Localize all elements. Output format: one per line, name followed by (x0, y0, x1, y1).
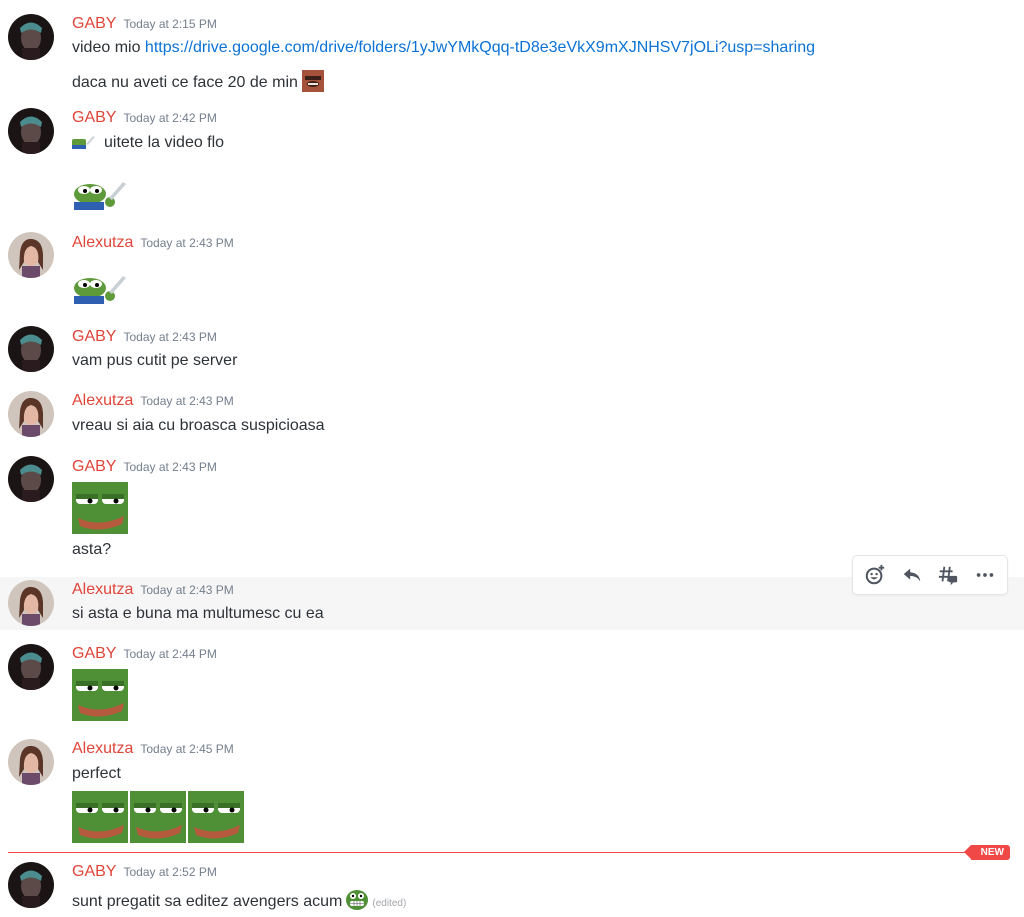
message-text: video mio (72, 39, 145, 56)
pepe-knife-emoji-icon[interactable] (72, 266, 128, 316)
avatar-gaby[interactable] (8, 644, 54, 690)
edited-label: (edited) (372, 898, 407, 909)
author-name[interactable]: Alexutza (72, 234, 133, 251)
author-name[interactable]: GABY (72, 328, 116, 345)
avatar-gaby[interactable] (8, 862, 54, 908)
timestamp: Today at 2:43 PM (140, 394, 234, 408)
pepe-knife-emoji-icon[interactable] (72, 135, 96, 149)
message-text: perfect (72, 765, 121, 782)
new-messages-divider (8, 852, 1010, 853)
suspicious-frog-emoji-icon[interactable] (72, 791, 128, 843)
avatar-gaby[interactable] (8, 14, 54, 60)
avatar-alexutza[interactable] (8, 391, 54, 437)
frog-grin-emoji-icon[interactable] (346, 889, 369, 911)
avatar-gaby[interactable] (8, 456, 54, 502)
suspicious-frog-emoji-icon[interactable] (72, 482, 128, 534)
author-name[interactable]: Alexutza (72, 581, 133, 598)
avatar-gaby[interactable] (8, 108, 54, 154)
create-thread-icon[interactable] (933, 560, 963, 590)
timestamp: Today at 2:43 PM (140, 236, 234, 250)
more-icon[interactable] (970, 560, 1000, 590)
message-text: uitete la video flo (104, 134, 225, 151)
message-actions-toolbar (852, 555, 1008, 595)
message-text: vam pus cutit pe server (72, 352, 238, 369)
message-link[interactable]: https://drive.google.com/drive/folders/1… (145, 39, 815, 56)
avatar-alexutza[interactable] (8, 739, 54, 785)
message-text: daca nu aveti ce face 20 de min (72, 74, 298, 91)
message-content: uitete la video flo (72, 134, 224, 152)
timestamp: Today at 2:43 PM (140, 583, 234, 597)
message-text: sunt pregatit sa editez avengers acum (72, 893, 343, 910)
add-reaction-icon[interactable] (860, 560, 890, 590)
author-name[interactable]: GABY (72, 863, 116, 880)
message-content: sunt pregatit sa editez avengers acum (ed… (72, 889, 406, 911)
face-emoji-icon[interactable] (301, 70, 324, 92)
timestamp: Today at 2:15 PM (123, 17, 217, 31)
timestamp: Today at 2:43 PM (123, 460, 217, 474)
author-name[interactable]: Alexutza (72, 740, 133, 757)
message-content: video mio https://drive.google.com/drive… (72, 39, 815, 57)
suspicious-frog-emoji-icon[interactable] (72, 669, 128, 721)
timestamp: Today at 2:44 PM (123, 647, 217, 661)
timestamp: Today at 2:52 PM (123, 865, 217, 879)
timestamp: Today at 2:42 PM (123, 111, 217, 125)
pepe-knife-emoji-icon[interactable] (72, 172, 128, 222)
new-badge: NEW (963, 845, 1010, 860)
author-name[interactable]: GABY (72, 458, 116, 475)
message-text: si asta e buna ma multumesc cu ea (72, 605, 324, 622)
message-text: vreau si aia cu broasca suspicioasa (72, 417, 325, 434)
suspicious-frog-emoji-icon[interactable] (130, 791, 186, 843)
avatar-alexutza[interactable] (8, 232, 54, 278)
author-name[interactable]: GABY (72, 109, 116, 126)
avatar-alexutza[interactable] (8, 580, 54, 626)
timestamp: Today at 2:43 PM (123, 330, 217, 344)
author-name[interactable]: Alexutza (72, 392, 133, 409)
reply-icon[interactable] (897, 560, 927, 590)
message-content: daca nu aveti ce face 20 de min (72, 70, 324, 92)
author-name[interactable]: GABY (72, 15, 116, 32)
suspicious-frog-emoji-icon[interactable] (188, 791, 244, 843)
message-text: asta? (72, 541, 112, 558)
avatar-gaby[interactable] (8, 326, 54, 372)
author-name[interactable]: GABY (72, 645, 116, 662)
timestamp: Today at 2:45 PM (140, 742, 234, 756)
